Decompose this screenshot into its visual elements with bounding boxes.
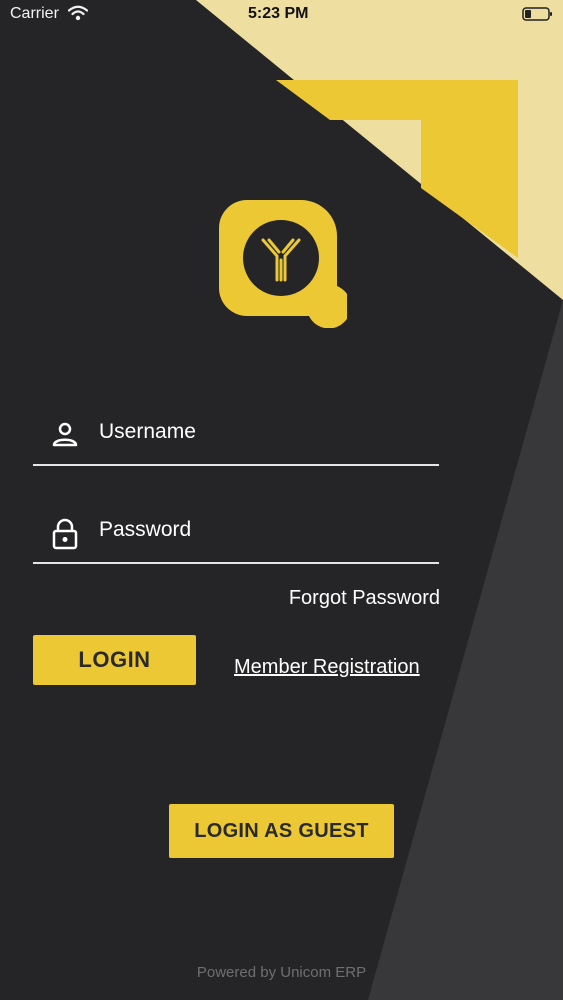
login-button[interactable]: LOGIN (33, 635, 196, 685)
powered-by-footer: Powered by Unicom ERP (196, 964, 367, 981)
username-field (33, 406, 439, 466)
forgot-password-link[interactable]: Forgot Password (289, 587, 440, 610)
status-bar: Carrier 5:23 PM (0, 0, 563, 30)
clock-label: 5:23 PM (248, 5, 309, 22)
password-field (33, 504, 439, 564)
lock-icon (51, 518, 79, 555)
user-icon (51, 420, 79, 453)
battery-icon (522, 6, 554, 27)
password-underline (33, 562, 439, 564)
member-registration-link[interactable]: Member Registration (234, 656, 420, 679)
app-logo-icon (215, 196, 351, 333)
carrier-label: Carrier (10, 5, 59, 22)
username-underline (33, 464, 439, 466)
password-input[interactable] (97, 512, 431, 548)
username-input[interactable] (97, 414, 431, 450)
wifi-icon (67, 5, 89, 26)
login-as-guest-button[interactable]: LOGIN AS GUEST (169, 804, 394, 858)
